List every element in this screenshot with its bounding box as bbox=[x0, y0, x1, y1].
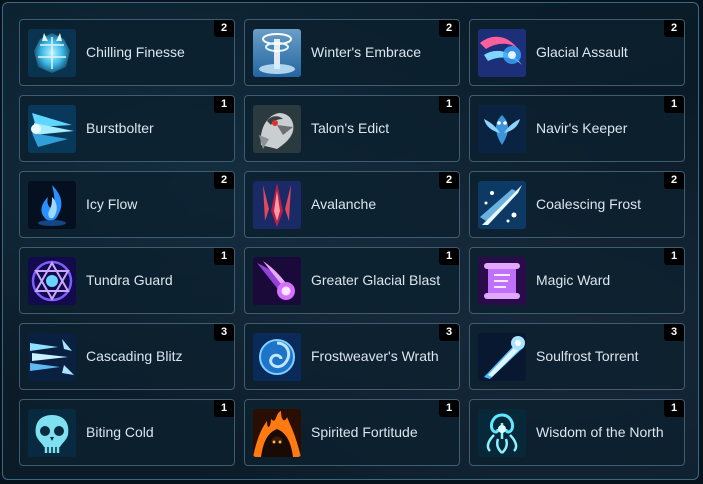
talent-count-badge: 3 bbox=[664, 324, 684, 341]
talent-tile-cascading-blitz[interactable]: Cascading Blitz 3 bbox=[19, 323, 235, 390]
ice-armor-icon bbox=[28, 29, 76, 77]
talent-tile-avalanche[interactable]: Avalanche 2 bbox=[244, 171, 460, 238]
pink-frost-swirl-icon bbox=[478, 29, 526, 77]
frost-beam-icon bbox=[478, 333, 526, 381]
talent-name: Winter's Embrace bbox=[311, 44, 422, 60]
talent-tile-magic-ward[interactable]: Magic Ward 1 bbox=[469, 247, 685, 314]
talent-count-badge: 2 bbox=[214, 20, 234, 37]
talent-count-badge: 1 bbox=[664, 248, 684, 265]
talent-name: Chilling Finesse bbox=[86, 44, 185, 60]
talent-name: Avalanche bbox=[311, 196, 377, 212]
talent-panel: Chilling Finesse 2 Winter's Embrace 2 Gl… bbox=[2, 2, 699, 480]
talent-name: Navir's Keeper bbox=[536, 120, 628, 136]
talent-name: Biting Cold bbox=[86, 424, 154, 440]
talent-tile-wisdom-of-the-north[interactable]: Wisdom of the North 1 bbox=[469, 399, 685, 466]
talent-count-badge: 3 bbox=[214, 324, 234, 341]
talent-name: Tundra Guard bbox=[86, 272, 173, 288]
talent-count-badge: 2 bbox=[664, 172, 684, 189]
talent-name: Glacial Assault bbox=[536, 44, 628, 60]
talent-name: Greater Glacial Blast bbox=[311, 272, 441, 288]
talent-count-badge: 1 bbox=[439, 400, 459, 417]
talent-name: Frostweaver's Wrath bbox=[311, 348, 439, 364]
talent-count-badge: 2 bbox=[439, 172, 459, 189]
talent-name: Spirited Fortitude bbox=[311, 424, 418, 440]
talent-tile-talons-edict[interactable]: Talon's Edict 1 bbox=[244, 95, 460, 162]
talent-count-badge: 1 bbox=[214, 400, 234, 417]
talent-count-badge: 1 bbox=[664, 96, 684, 113]
ice-shards-burst-icon bbox=[28, 105, 76, 153]
talent-tile-navirs-keeper[interactable]: Navir's Keeper 1 bbox=[469, 95, 685, 162]
talent-count-badge: 1 bbox=[439, 248, 459, 265]
arcane-hexagram-icon bbox=[28, 257, 76, 305]
talent-count-badge: 1 bbox=[214, 248, 234, 265]
talent-count-badge: 3 bbox=[439, 324, 459, 341]
frost-tentacle-icon bbox=[478, 409, 526, 457]
talent-tile-frostweavers-wrath[interactable]: Frostweaver's Wrath 3 bbox=[244, 323, 460, 390]
talent-tile-glacial-assault[interactable]: Glacial Assault 2 bbox=[469, 19, 685, 86]
talent-name: Wisdom of the North bbox=[536, 424, 664, 440]
talent-name: Soulfrost Torrent bbox=[536, 348, 639, 364]
ice-skull-icon bbox=[28, 409, 76, 457]
talent-count-badge: 1 bbox=[214, 96, 234, 113]
talent-name: Cascading Blitz bbox=[86, 348, 183, 364]
talent-tile-greater-glacial-blast[interactable]: Greater Glacial Blast 1 bbox=[244, 247, 460, 314]
ice-spikes-icon bbox=[28, 333, 76, 381]
violet-comet-icon bbox=[253, 257, 301, 305]
frost-orb-icon bbox=[253, 333, 301, 381]
talent-tile-icy-flow[interactable]: Icy Flow 2 bbox=[19, 171, 235, 238]
talent-tile-soulfrost-torrent[interactable]: Soulfrost Torrent 3 bbox=[469, 323, 685, 390]
talent-count-badge: 1 bbox=[664, 400, 684, 417]
talent-count-badge: 1 bbox=[439, 96, 459, 113]
frost-streak-icon bbox=[478, 181, 526, 229]
talent-grid: Chilling Finesse 2 Winter's Embrace 2 Gl… bbox=[19, 19, 685, 466]
blue-flame-icon bbox=[28, 181, 76, 229]
frost-vortex-icon bbox=[253, 29, 301, 77]
talent-name: Coalescing Frost bbox=[536, 196, 642, 212]
talent-name: Burstbolter bbox=[86, 120, 154, 136]
talent-count-badge: 2 bbox=[439, 20, 459, 37]
talent-tile-coalescing-frost[interactable]: Coalescing Frost 2 bbox=[469, 171, 685, 238]
hawk-head-icon bbox=[253, 105, 301, 153]
talent-count-badge: 2 bbox=[214, 172, 234, 189]
falling-ice-icon bbox=[253, 181, 301, 229]
talent-tile-winters-embrace[interactable]: Winter's Embrace 2 bbox=[244, 19, 460, 86]
talent-name: Icy Flow bbox=[86, 196, 138, 212]
talent-tile-chilling-finesse[interactable]: Chilling Finesse 2 bbox=[19, 19, 235, 86]
talent-name: Magic Ward bbox=[536, 272, 611, 288]
talent-tile-tundra-guard[interactable]: Tundra Guard 1 bbox=[19, 247, 235, 314]
talent-tile-spirited-fortitude[interactable]: Spirited Fortitude 1 bbox=[244, 399, 460, 466]
fire-hooded-figure-icon bbox=[253, 409, 301, 457]
magic-scroll-icon bbox=[478, 257, 526, 305]
talent-name: Talon's Edict bbox=[311, 120, 390, 136]
talent-tile-biting-cold[interactable]: Biting Cold 1 bbox=[19, 399, 235, 466]
talent-tile-burstbolter[interactable]: Burstbolter 1 bbox=[19, 95, 235, 162]
frost-spirit-icon bbox=[478, 105, 526, 153]
talent-count-badge: 2 bbox=[664, 20, 684, 37]
